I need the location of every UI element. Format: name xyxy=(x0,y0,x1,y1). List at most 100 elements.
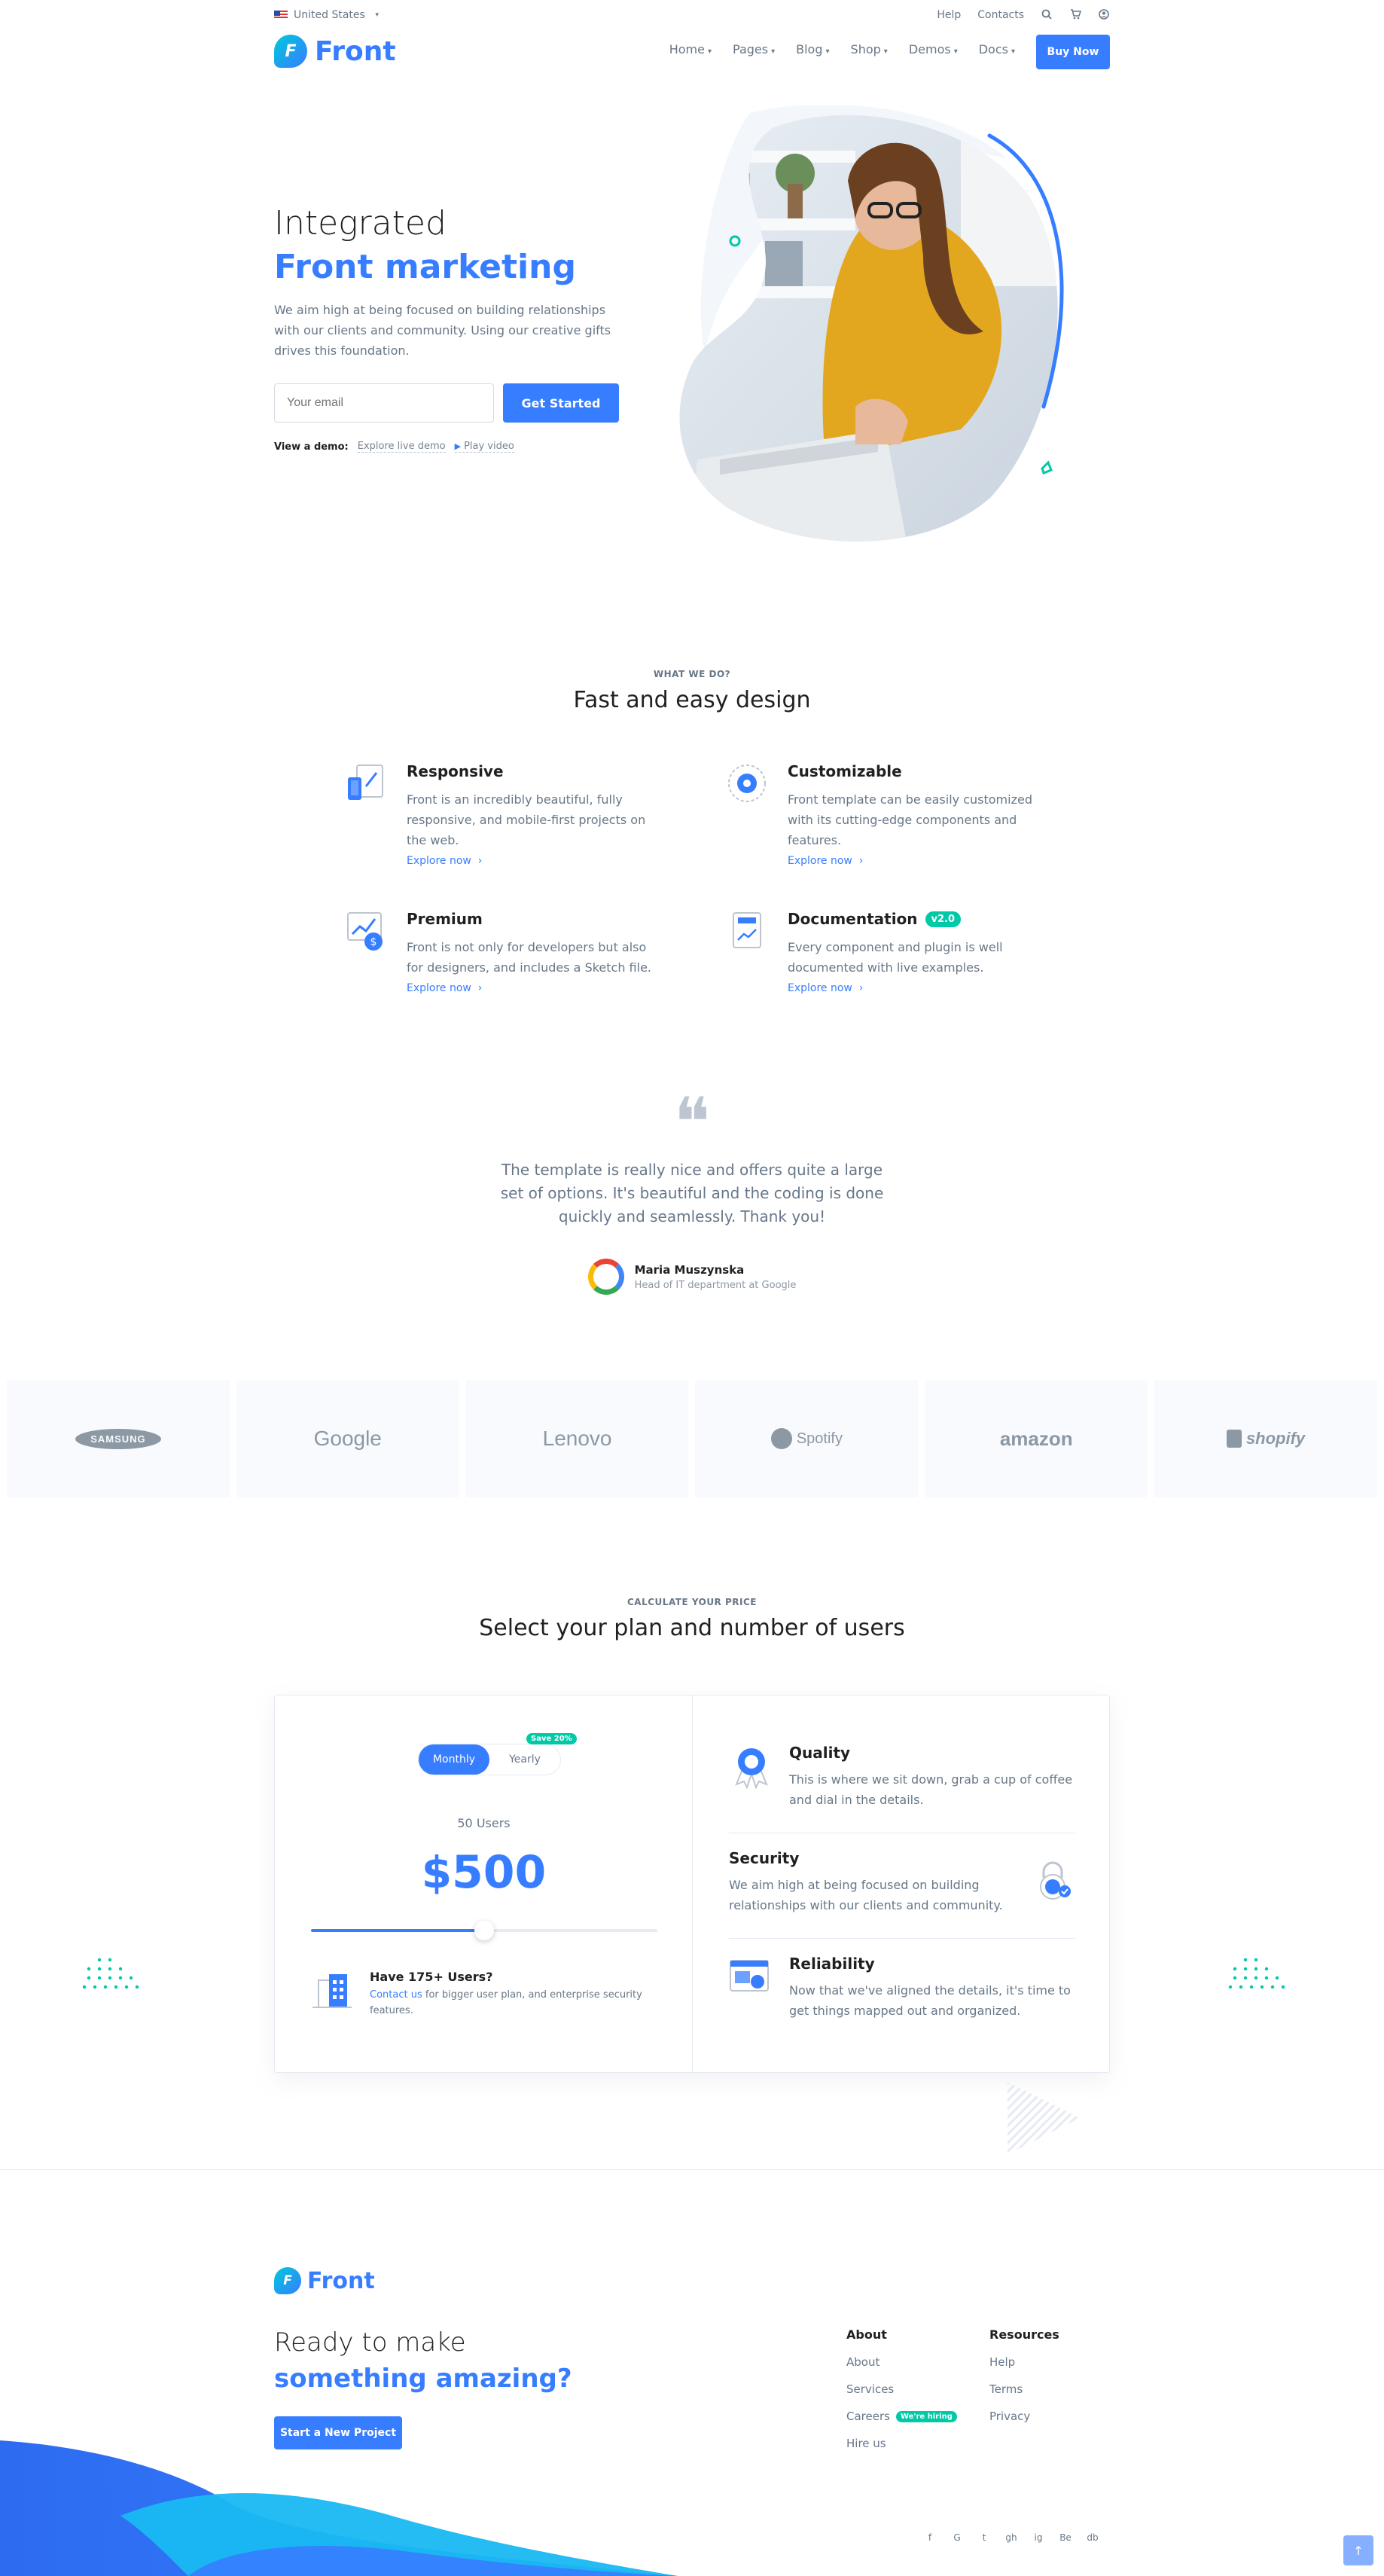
search-icon[interactable] xyxy=(1041,9,1053,21)
chevron-down-icon: ▾ xyxy=(707,47,712,56)
footer-wave xyxy=(0,2440,678,2576)
client-logo-shopify: shopify xyxy=(1154,1380,1377,1497)
nav-pages[interactable]: Pages ▾ xyxy=(733,42,775,56)
pricing-card: Monthly Yearly Save 20% 50 Users $500 Ha… xyxy=(274,1695,1110,2073)
feature-title: Customizable xyxy=(788,762,902,780)
enterprise-text: Contact us for bigger user plan, and ent… xyxy=(370,1989,642,2016)
hiring-badge: We're hiring xyxy=(895,2410,957,2422)
feature-title: Premium xyxy=(407,910,483,928)
slider-fill xyxy=(311,1929,484,1932)
play-video-link[interactable]: ▶ Play video xyxy=(454,441,514,453)
features-section: WHAT WE DO? Fast and easy design Respons… xyxy=(274,669,1110,994)
gear-icon xyxy=(728,765,766,802)
users-slider[interactable] xyxy=(311,1921,657,1940)
nav-shop[interactable]: Shop ▾ xyxy=(851,42,888,56)
footer-link-hire-us[interactable]: Hire us xyxy=(846,2435,957,2452)
benefit-quality: Quality This is where we sit down, grab … xyxy=(729,1744,1075,1810)
chevron-down-icon: ▾ xyxy=(825,47,830,56)
contacts-link[interactable]: Contacts xyxy=(977,9,1024,21)
facebook-icon[interactable]: f xyxy=(923,2531,937,2544)
price-amount: $500 xyxy=(421,1846,547,1899)
twitter-icon[interactable]: t xyxy=(977,2531,991,2544)
decorative-triangle xyxy=(1008,2082,1080,2154)
buy-now-button[interactable]: Buy Now xyxy=(1036,35,1110,69)
svg-text:$: $ xyxy=(370,936,377,948)
yearly-option[interactable]: Yearly xyxy=(489,1744,560,1775)
nav-blog[interactable]: Blog ▾ xyxy=(796,42,829,56)
dribbble-icon[interactable]: db xyxy=(1086,2531,1099,2544)
footer-resources-column: Resources Help Terms Privacy xyxy=(989,2327,1059,2435)
footer-about-column: About About Services Careers We're hiring… xyxy=(846,2327,957,2462)
feature-text: Front is an incredibly beautiful, fully … xyxy=(407,792,646,847)
billing-toggle[interactable]: Monthly Yearly xyxy=(418,1744,561,1775)
client-logo-amazon: amazon xyxy=(925,1380,1148,1497)
benefit-text: We aim high at being focused on building… xyxy=(729,1878,1003,1912)
spotify-icon xyxy=(770,1428,792,1449)
google-icon[interactable]: G xyxy=(950,2531,964,2544)
chevron-right-icon: › xyxy=(474,982,483,994)
footer-link-privacy[interactable]: Privacy xyxy=(989,2408,1059,2425)
logo[interactable]: F Front xyxy=(274,35,396,68)
explore-now-link[interactable]: Explore now › xyxy=(788,855,1044,867)
cart-icon[interactable] xyxy=(1069,9,1081,21)
footer-title-line2: something amazing? xyxy=(274,2364,572,2394)
logo-text: Front xyxy=(315,35,396,67)
client-logo-google: Google xyxy=(236,1380,459,1497)
decorative-dots xyxy=(82,1958,139,1989)
help-link[interactable]: Help xyxy=(937,9,961,21)
nav-docs[interactable]: Docs ▾ xyxy=(979,42,1015,56)
hero-description: We aim high at being focused on building… xyxy=(274,303,611,358)
feature-title: Documentation v2.0 xyxy=(788,910,1044,928)
logo-icon: F xyxy=(274,35,307,68)
footer-link-terms[interactable]: Terms xyxy=(989,2381,1059,2397)
region-label: United States xyxy=(294,9,365,21)
footer-link-help[interactable]: Help xyxy=(989,2354,1059,2370)
footer-logo[interactable]: F Front xyxy=(274,2267,1110,2294)
email-input[interactable] xyxy=(274,383,494,423)
footer-link-services[interactable]: Services xyxy=(846,2381,957,2397)
chevron-down-icon: ▾ xyxy=(771,47,776,56)
slider-handle[interactable] xyxy=(474,1921,494,1940)
benefit-reliability: Reliability Now that we've aligned the d… xyxy=(729,1955,1075,2021)
back-to-top-button[interactable]: ↑ xyxy=(1343,2535,1373,2565)
region-selector[interactable]: United States ▾ xyxy=(274,9,383,21)
pricing-calculator: Monthly Yearly Save 20% 50 Users $500 Ha… xyxy=(275,1695,693,2072)
footer-link-careers[interactable]: Careers We're hiring xyxy=(846,2408,957,2425)
contact-us-link[interactable]: Contact us xyxy=(370,1989,422,2001)
feature-text: Front template can be easily customized … xyxy=(788,792,1032,847)
explore-now-link[interactable]: Explore now › xyxy=(407,982,663,994)
benefit-text: This is where we sit down, grab a cup of… xyxy=(789,1772,1073,1807)
enterprise-title: Have 175+ Users? xyxy=(370,1970,493,1984)
clients-strip: SAMSUNG Google Lenovo Spotify amazon sho… xyxy=(7,1380,1377,1497)
premium-chart-icon: $ xyxy=(347,912,383,951)
top-bar: United States ▾ Help Contacts xyxy=(274,5,1110,27)
footer-title-line1: Ready to make xyxy=(274,2327,466,2358)
instagram-icon[interactable]: ig xyxy=(1032,2531,1045,2544)
user-icon[interactable] xyxy=(1098,9,1110,21)
nav-home[interactable]: Home ▾ xyxy=(669,42,712,56)
footer: F Front Ready to make something amazing?… xyxy=(274,2267,1110,2450)
pricing-section: CALCULATE YOUR PRICE Select your plan an… xyxy=(274,1597,1110,2073)
footer-link-about[interactable]: About xyxy=(846,2354,957,2370)
quote-icon: ❝ xyxy=(673,1083,711,1162)
explore-now-link[interactable]: Explore now › xyxy=(407,855,663,867)
chevron-right-icon: › xyxy=(855,855,864,867)
feature-text: Every component and plugin is well docum… xyxy=(788,940,1003,975)
start-project-button[interactable]: Start a New Project xyxy=(274,2416,402,2449)
us-flag-icon xyxy=(274,11,288,20)
behance-icon[interactable]: Be xyxy=(1059,2531,1072,2544)
demo-label: View a demo: xyxy=(274,441,349,453)
monthly-option[interactable]: Monthly xyxy=(419,1744,489,1775)
explore-demo-link[interactable]: Explore live demo xyxy=(357,441,446,453)
github-icon[interactable]: gh xyxy=(1004,2531,1018,2544)
feature-title: Responsive xyxy=(407,762,504,780)
client-logo-lenovo: Lenovo xyxy=(465,1380,689,1497)
nav-demos[interactable]: Demos ▾ xyxy=(909,42,958,56)
arrow-up-icon: ↑ xyxy=(1353,2543,1364,2558)
chevron-down-icon: ▾ xyxy=(953,47,958,56)
pricing-eyebrow: CALCULATE YOUR PRICE xyxy=(627,1597,757,1607)
decorative-dots xyxy=(1228,1958,1285,1989)
explore-now-link[interactable]: Explore now › xyxy=(788,982,1044,994)
get-started-button[interactable]: Get Started xyxy=(503,383,619,423)
responsive-devices-icon xyxy=(348,765,383,800)
